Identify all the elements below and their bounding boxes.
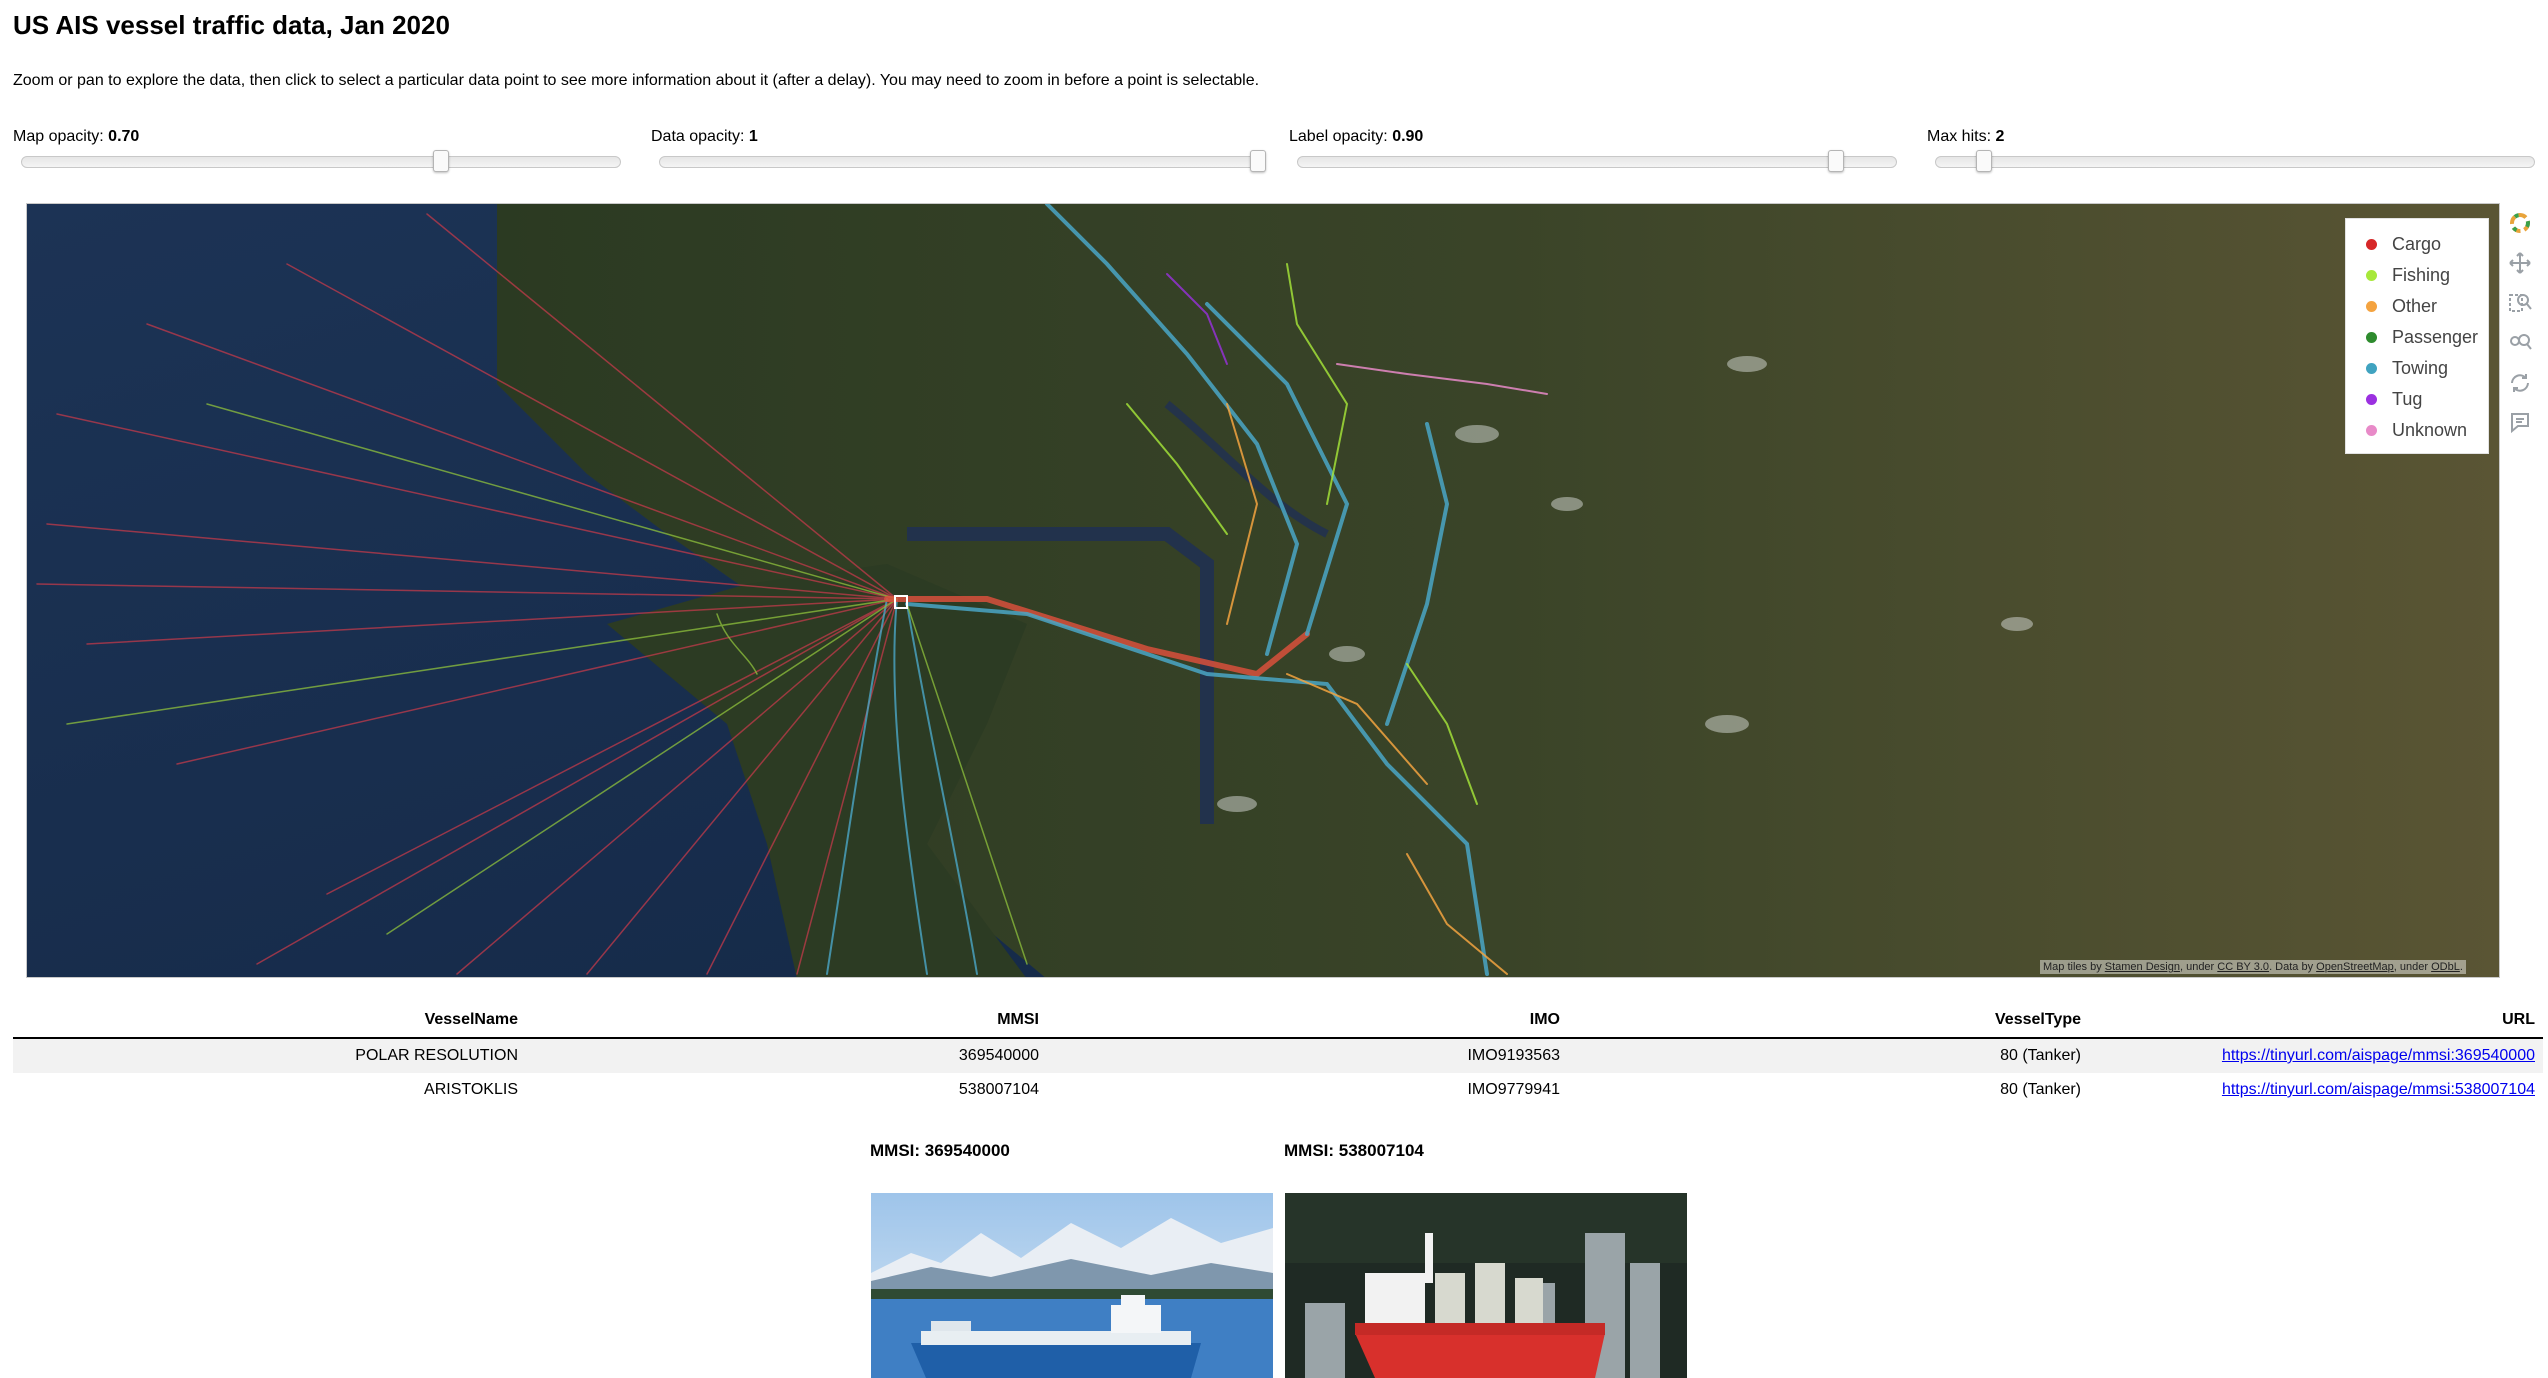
header-vessel-type[interactable]: VesselType bbox=[1568, 1003, 2089, 1039]
legend-label: Towing bbox=[2392, 358, 2449, 378]
plot-toolbar bbox=[2505, 203, 2535, 443]
cell-vessel-type: 80 (Tanker) bbox=[2000, 1081, 2081, 1098]
legend-item-passenger[interactable]: Passenger bbox=[2366, 322, 2488, 353]
bokeh-logo-icon[interactable] bbox=[2505, 203, 2535, 243]
cell-imo: IMO9779941 bbox=[1467, 1081, 1560, 1098]
cell-vessel-type: 80 (Tanker) bbox=[1568, 1038, 2089, 1073]
legend-item-other[interactable]: Other bbox=[2366, 291, 2488, 322]
legend-label: Cargo bbox=[2392, 234, 2442, 254]
max-hits-track[interactable] bbox=[1935, 150, 2535, 172]
legend-swatch bbox=[2366, 270, 2377, 281]
data-opacity-label: Data opacity: bbox=[651, 128, 745, 145]
legend-item-unknown[interactable]: Unknown bbox=[2366, 415, 2488, 446]
legend-label: Tug bbox=[2392, 389, 2423, 409]
cell-mmsi: 369540000 bbox=[526, 1038, 1047, 1073]
map-opacity-label: Map opacity: bbox=[13, 128, 104, 145]
legend-swatch bbox=[2366, 239, 2377, 250]
page-title: US AIS vessel traffic data, Jan 2020 bbox=[13, 10, 450, 40]
label-opacity-value: 0.90 bbox=[1392, 128, 1424, 145]
legend-label: Fishing bbox=[2392, 265, 2451, 285]
reset-icon[interactable] bbox=[2505, 363, 2535, 403]
satellite-map-tiles bbox=[27, 204, 2499, 977]
label-opacity-track[interactable] bbox=[1297, 150, 1897, 172]
odbl-link[interactable]: ODbL bbox=[2431, 961, 2460, 973]
table-header-row: VesselName MMSI IMO VesselType URL bbox=[13, 1003, 2543, 1039]
legend-swatch bbox=[2366, 363, 2377, 374]
vessel-url-link[interactable]: https://tinyurl.com/aispage/mmsi:5380071… bbox=[2222, 1081, 2535, 1098]
label-opacity-handle[interactable] bbox=[1828, 150, 1845, 172]
legend-item-towing[interactable]: Towing bbox=[2366, 353, 2488, 384]
instructions-text: Zoom or pan to explore the data, then cl… bbox=[13, 72, 1260, 89]
header-imo[interactable]: IMO bbox=[1047, 1003, 1568, 1039]
map-opacity-slider[interactable]: Map opacity: 0.70 bbox=[13, 128, 621, 176]
vessel-card-title: MMSI: 538007104 bbox=[1284, 1141, 1424, 1160]
header-mmsi[interactable]: MMSI bbox=[526, 1003, 1047, 1039]
vessel-card-title: MMSI: 369540000 bbox=[870, 1141, 1010, 1160]
data-opacity-track[interactable] bbox=[659, 150, 1266, 172]
box-zoom-icon[interactable] bbox=[2505, 283, 2535, 323]
legend-label: Passenger bbox=[2392, 327, 2479, 347]
legend-item-cargo[interactable]: Cargo bbox=[2366, 229, 2488, 260]
osm-link[interactable]: OpenStreetMap bbox=[2316, 961, 2394, 973]
legend-swatch bbox=[2366, 332, 2377, 343]
max-hits-slider[interactable]: Max hits: 2 bbox=[1927, 128, 2535, 176]
vessel-traffic-map[interactable] bbox=[26, 203, 2500, 978]
label-opacity-slider[interactable]: Label opacity: 0.90 bbox=[1289, 128, 1897, 176]
data-opacity-value: 1 bbox=[748, 128, 758, 145]
table-row[interactable]: POLAR RESOLUTION 369540000 IMO9193563 80… bbox=[13, 1038, 2543, 1073]
table-row[interactable]: ARISTOKLIS 538007104 IMO9779941 80 (Tank… bbox=[13, 1073, 2543, 1107]
map-attribution: Map tiles by Stamen Design, under CC BY … bbox=[2040, 960, 2466, 974]
data-opacity-handle[interactable] bbox=[1250, 150, 1266, 172]
cell-vessel-name: POLAR RESOLUTION bbox=[13, 1038, 526, 1073]
cell-imo: IMO9193563 bbox=[1047, 1038, 1568, 1073]
max-hits-handle[interactable] bbox=[1975, 150, 1992, 172]
header-vessel-name[interactable]: VesselName bbox=[13, 1003, 526, 1039]
cell-vessel-name: ARISTOKLIS bbox=[424, 1081, 518, 1098]
legend-swatch bbox=[2366, 425, 2377, 436]
legend-label: Other bbox=[2392, 296, 2438, 316]
pan-icon[interactable] bbox=[2505, 243, 2535, 283]
map-opacity-handle[interactable] bbox=[432, 150, 449, 172]
data-opacity-slider[interactable]: Data opacity: 1 bbox=[651, 128, 1266, 176]
vessel-table: VesselName MMSI IMO VesselType URL POLAR… bbox=[13, 1003, 2543, 1107]
map-opacity-track[interactable] bbox=[21, 150, 621, 172]
header-url[interactable]: URL bbox=[2089, 1003, 2543, 1039]
hover-icon[interactable] bbox=[2505, 403, 2535, 443]
cell-mmsi: 538007104 bbox=[958, 1081, 1039, 1098]
legend-swatch bbox=[2366, 301, 2377, 312]
map-legend: Cargo Fishing Other Passenger Towing Tug… bbox=[2345, 218, 2489, 454]
map-opacity-value: 0.70 bbox=[108, 128, 140, 145]
vessel-url-link[interactable]: https://tinyurl.com/aispage/mmsi:3695400… bbox=[2222, 1047, 2535, 1064]
vessel-photo-bulk bbox=[1285, 1193, 1687, 1378]
legend-item-fishing[interactable]: Fishing bbox=[2366, 260, 2488, 291]
wheel-zoom-icon[interactable] bbox=[2505, 323, 2535, 363]
legend-label: Unknown bbox=[2392, 420, 2468, 440]
label-opacity-label: Label opacity: bbox=[1289, 128, 1388, 145]
legend-item-tug[interactable]: Tug bbox=[2366, 384, 2488, 415]
stamen-link[interactable]: Stamen Design bbox=[2105, 961, 2180, 973]
max-hits-label: Max hits: bbox=[1927, 128, 1992, 145]
max-hits-value: 2 bbox=[1995, 128, 2005, 145]
legend-swatch bbox=[2366, 394, 2377, 405]
vessel-photo-tanker bbox=[871, 1193, 1273, 1378]
cc-link[interactable]: CC BY 3.0 bbox=[2217, 961, 2269, 973]
